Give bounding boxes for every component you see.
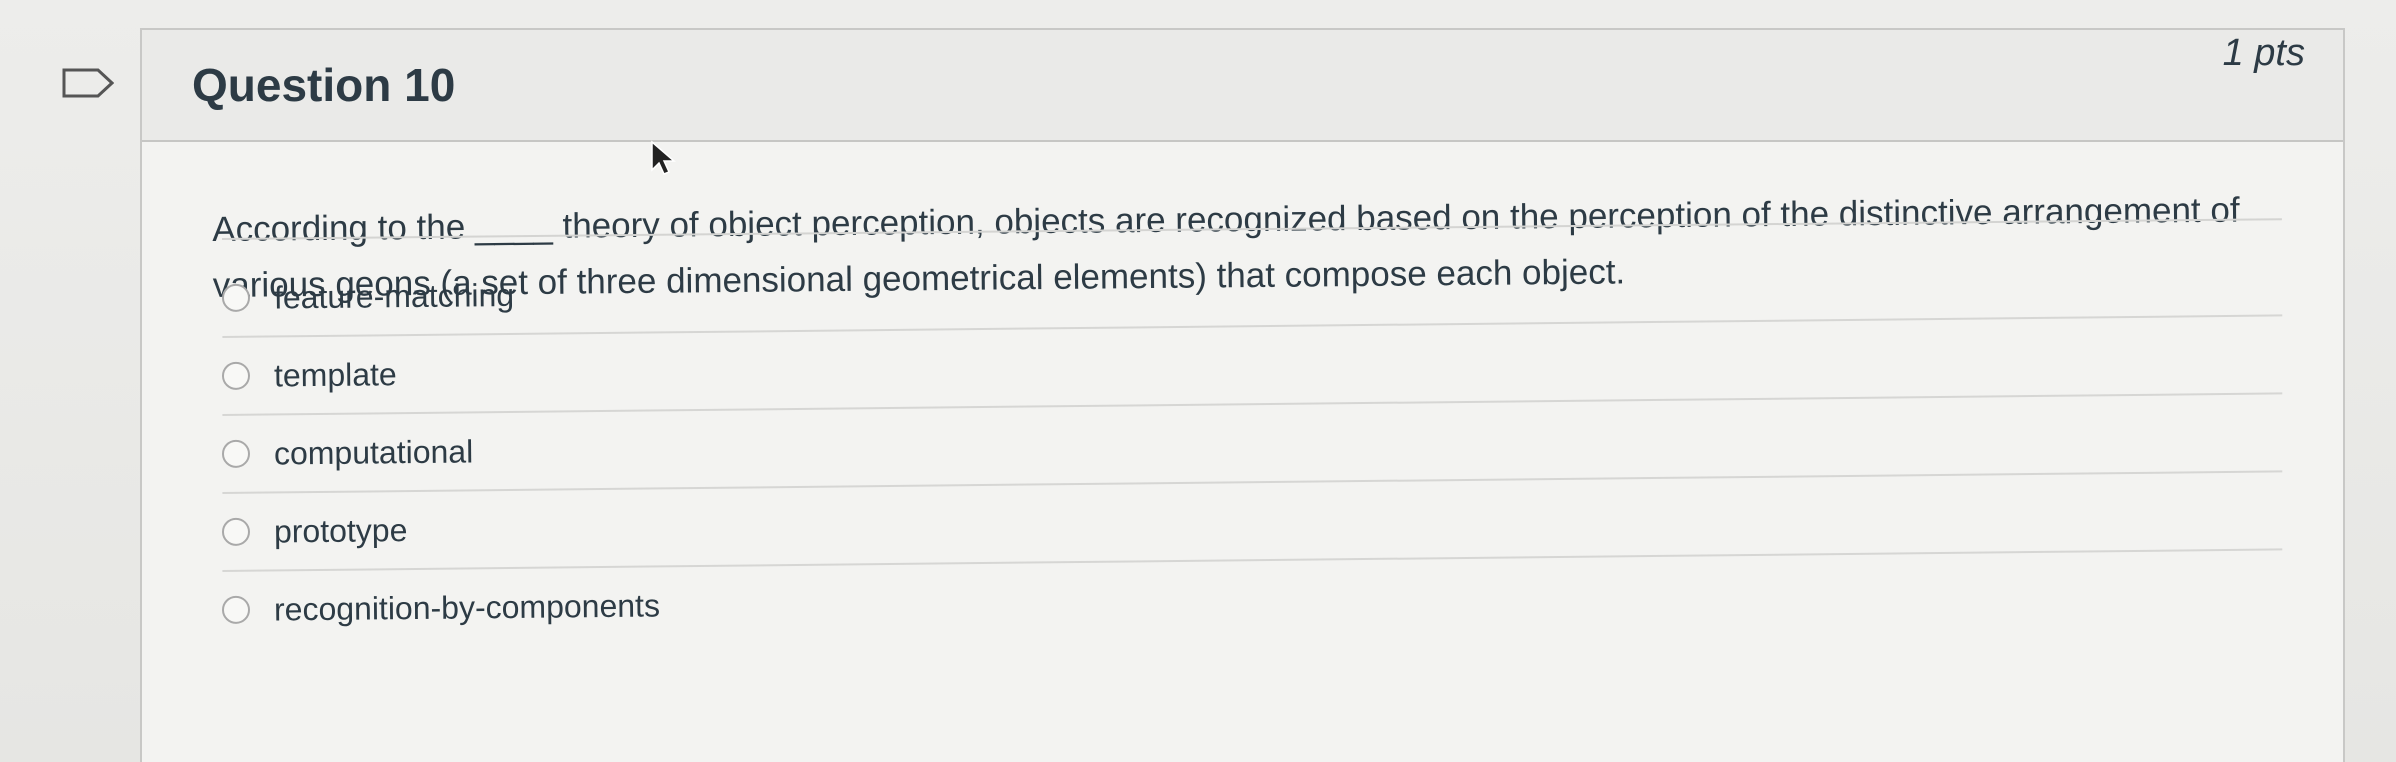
question-card: Question 10 1 pts According to the ____ … <box>140 28 2345 762</box>
flag-outline-icon <box>62 68 114 98</box>
radio-button[interactable] <box>221 517 251 546</box>
answer-list: feature-matching template computational … <box>221 238 2283 648</box>
radio-button[interactable] <box>221 283 251 312</box>
radio-button[interactable] <box>221 439 251 468</box>
answer-label: prototype <box>273 511 408 549</box>
question-header: Question 10 1 pts <box>142 30 2343 142</box>
question-points: 1 pts <box>2222 32 2305 74</box>
answer-label: recognition-by-components <box>273 586 661 627</box>
question-title: Question 10 <box>192 59 456 111</box>
flag-question-button[interactable] <box>62 68 114 98</box>
quiz-page: Question 10 1 pts According to the ____ … <box>0 0 2396 762</box>
mouse-cursor-icon <box>651 140 676 175</box>
radio-button[interactable] <box>221 595 251 624</box>
answer-label: template <box>273 355 397 393</box>
radio-button[interactable] <box>221 361 251 390</box>
answer-label: feature-matching <box>273 276 515 315</box>
answer-label: computational <box>273 432 474 471</box>
